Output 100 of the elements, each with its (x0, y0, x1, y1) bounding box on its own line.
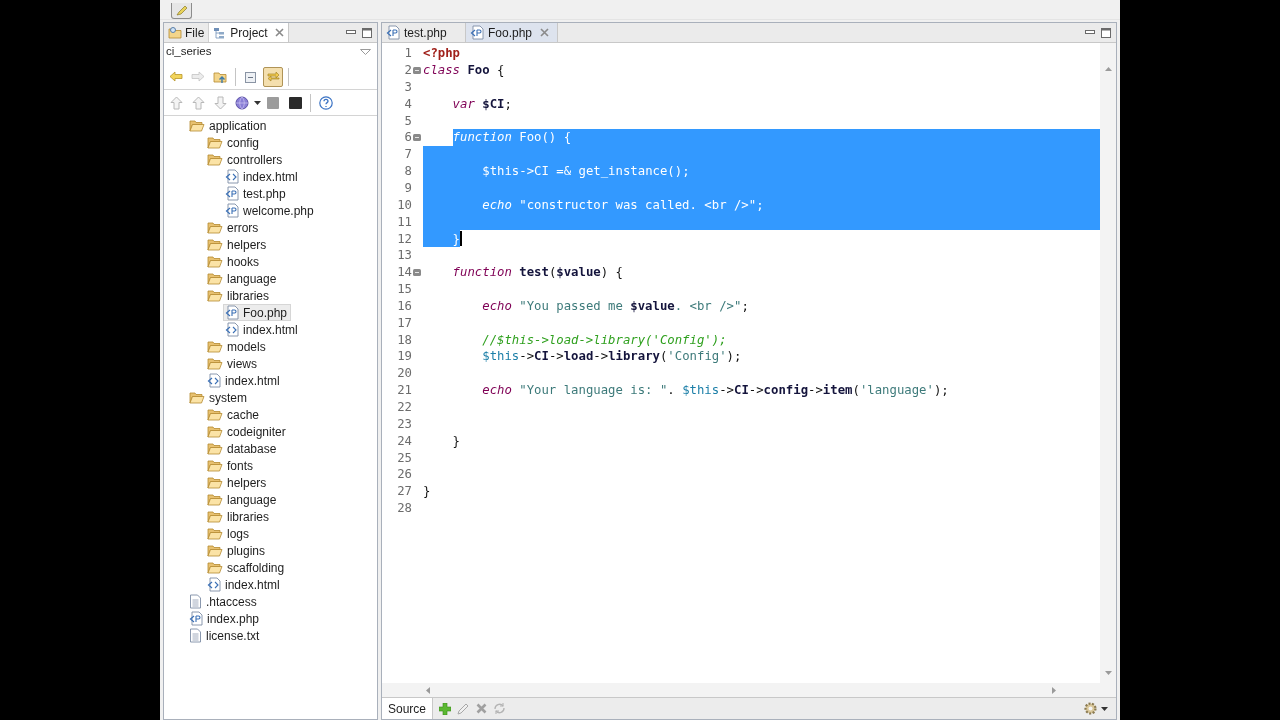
code-file-icon (470, 25, 484, 40)
editor-tab[interactable]: Foo.php (466, 23, 559, 42)
fold-icon[interactable] (413, 268, 421, 276)
line-number: 22 (397, 401, 412, 414)
scroll-left-icon[interactable] (426, 686, 430, 694)
code-file-icon (225, 322, 239, 337)
gear-icon[interactable] (1083, 701, 1098, 716)
line-number: 8 (404, 165, 412, 178)
text-file-icon (189, 628, 202, 643)
folder-icon (207, 527, 223, 540)
editor-tab[interactable]: test.php (382, 23, 466, 42)
tree-item[interactable]: Foo.php (223, 304, 292, 321)
fold-icon[interactable] (413, 134, 421, 142)
horizontal-scrollbar[interactable] (382, 683, 1100, 697)
delete-icon[interactable] (476, 703, 488, 714)
line-number: 20 (397, 367, 412, 380)
maximize-icon[interactable] (362, 27, 372, 38)
code-file-icon (225, 305, 239, 320)
square-icon (288, 96, 302, 109)
tree-item[interactable]: libraries (205, 287, 273, 304)
tree-item[interactable]: helpers (205, 474, 271, 491)
folder-icon (189, 391, 205, 404)
edit-button[interactable] (171, 3, 192, 19)
folder-icon (207, 476, 223, 489)
folder-icon (207, 238, 223, 251)
pencil-icon[interactable] (457, 702, 471, 715)
line-number: 11 (397, 215, 412, 228)
line-number: 14 (397, 266, 412, 279)
folder-icon (207, 221, 223, 234)
tree-item[interactable]: scaffolding (205, 559, 289, 576)
tree-item[interactable]: test.php (223, 185, 290, 202)
tree-item[interactable]: logs (205, 525, 253, 542)
code-file-icon (189, 611, 203, 626)
tree-item[interactable]: fonts (205, 457, 257, 474)
tree-item[interactable]: hooks (205, 253, 264, 270)
folder-icon (207, 425, 223, 438)
tree-item[interactable]: models (205, 338, 270, 355)
tree-item[interactable]: index.php (187, 610, 264, 627)
tree-item[interactable]: application (187, 117, 271, 134)
tree-item[interactable]: system (187, 389, 251, 406)
tree-item[interactable]: config (205, 134, 264, 151)
caret-icon[interactable] (1101, 706, 1108, 711)
code-file-icon (386, 25, 400, 40)
tree-item[interactable]: helpers (205, 236, 271, 253)
folder-icon (207, 442, 223, 455)
tree-item[interactable]: license.txt (187, 627, 264, 644)
code-line: } (451, 232, 461, 245)
caret-icon[interactable] (254, 100, 261, 105)
folder-icon (189, 119, 205, 132)
line-number: 2 (404, 64, 412, 77)
line-number: 21 (397, 384, 412, 397)
tree-item[interactable]: cache (205, 406, 264, 423)
line-number: 23 (397, 417, 412, 431)
refresh-icon[interactable] (493, 702, 507, 715)
left-arrow-icon (169, 71, 183, 82)
code-line: } (423, 485, 431, 498)
project-name: ci_series (166, 44, 212, 60)
tree-item[interactable]: index.html (205, 372, 284, 389)
code-file-icon (225, 203, 239, 218)
tree-item[interactable]: index.html (223, 168, 302, 185)
tree-item[interactable]: errors (205, 219, 263, 236)
minimize-icon[interactable] (346, 30, 356, 35)
minimize-icon[interactable] (1085, 30, 1095, 35)
text-file-icon (189, 594, 202, 609)
tree-item[interactable]: .htaccess (187, 593, 261, 610)
tree-item[interactable]: language (205, 491, 281, 508)
line-number: 19 (397, 350, 412, 363)
panel-tab[interactable]: File (164, 23, 210, 42)
close-icon[interactable] (274, 28, 284, 37)
help-icon (319, 95, 333, 110)
maximize-icon[interactable] (1101, 27, 1111, 38)
dropdown-icon[interactable] (360, 49, 371, 55)
square-icon (267, 96, 279, 109)
close-icon[interactable] (540, 28, 550, 37)
tree-item[interactable]: views (205, 355, 261, 372)
tree-item[interactable]: controllers (205, 151, 287, 168)
line-number: 7 (404, 148, 412, 161)
vertical-scrollbar[interactable] (1100, 43, 1116, 697)
tree-item[interactable]: database (205, 440, 281, 457)
scroll-up-icon[interactable] (1104, 67, 1112, 71)
folder-icon (207, 459, 223, 472)
tree-item[interactable]: language (205, 270, 281, 287)
tree-item[interactable]: index.html (223, 321, 302, 338)
folder-icon (207, 272, 223, 285)
folder-icon (207, 493, 223, 506)
scroll-right-icon[interactable] (1052, 686, 1056, 694)
fold-icon[interactable] (413, 66, 421, 74)
folder-icon (207, 289, 223, 302)
plus-icon[interactable] (439, 702, 452, 715)
tree-item[interactable]: codeigniter (205, 423, 290, 440)
scroll-down-icon[interactable] (1104, 671, 1112, 675)
panel-tab[interactable]: Project (209, 23, 289, 42)
tree-item[interactable]: plugins (205, 542, 270, 559)
tree-item[interactable]: index.html (205, 576, 284, 593)
tree-item[interactable]: libraries (205, 508, 273, 525)
collapse-icon (244, 70, 258, 83)
tree-item[interactable]: welcome.php (223, 202, 318, 219)
source-tab[interactable]: Source (382, 698, 434, 719)
folder-icon (207, 510, 223, 523)
line-number: 24 (397, 434, 412, 447)
